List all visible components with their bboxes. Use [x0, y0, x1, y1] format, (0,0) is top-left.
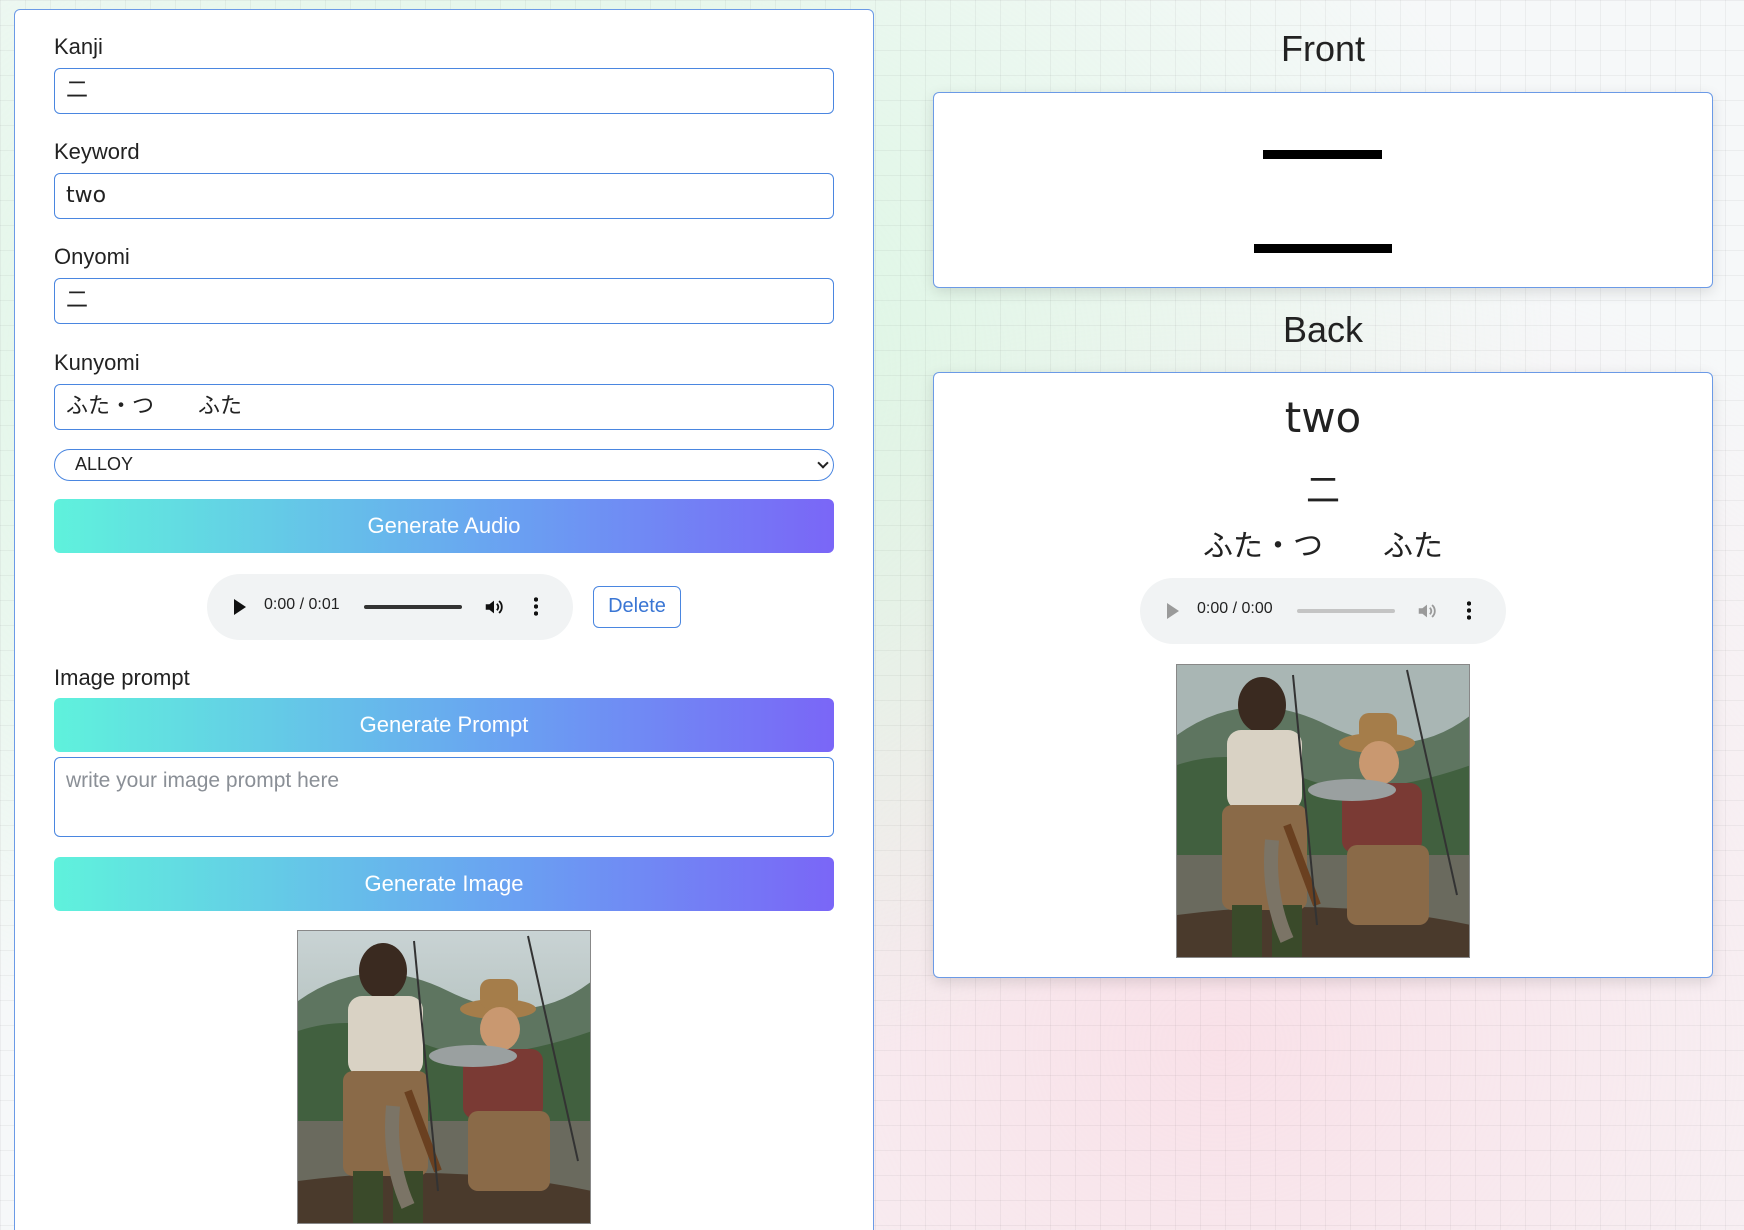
front-kanji: [934, 93, 1712, 289]
card-editor-panel: Kanji 二 Keyword two Onyomi 二 Kunyomi ふた・…: [14, 9, 874, 1230]
back-image: [1176, 664, 1470, 958]
chevron-down-icon: [817, 457, 829, 469]
play-icon[interactable]: [1167, 603, 1179, 619]
back-audio-player[interactable]: 0:00 / 0:00: [1140, 578, 1506, 644]
audio-progress-track[interactable]: [364, 605, 462, 609]
front-card: [933, 92, 1713, 288]
front-heading: Front: [1280, 28, 1366, 69]
delete-audio-button[interactable]: Delete: [593, 586, 681, 628]
audio-progress-track[interactable]: [1297, 609, 1395, 613]
more-options-icon[interactable]: [534, 596, 538, 616]
volume-icon[interactable]: [483, 596, 505, 618]
kunyomi-input[interactable]: ふた・つ ふた: [54, 384, 834, 430]
keyword-input[interactable]: two: [54, 173, 834, 219]
onyomi-input[interactable]: 二: [54, 278, 834, 324]
fishermen-illustration: [298, 931, 590, 1223]
image-prompt-textarea[interactable]: [54, 757, 834, 837]
back-keyword: two: [1284, 393, 1362, 442]
back-onyomi: 二: [1306, 471, 1340, 511]
back-heading: Back: [1282, 309, 1364, 350]
kanji-label: Kanji: [54, 34, 103, 59]
generated-image: [297, 930, 591, 1224]
kunyomi-label: Kunyomi: [54, 350, 140, 375]
onyomi-label: Onyomi: [54, 244, 130, 269]
audio-time: 0:00 / 0:01: [264, 596, 340, 613]
generate-audio-button[interactable]: Generate Audio: [54, 499, 834, 553]
keyword-label: Keyword: [54, 139, 140, 164]
back-card: two 二 ふた・つ ふた 0:00 / 0:00: [933, 372, 1713, 978]
play-icon[interactable]: [234, 599, 246, 615]
back-kunyomi: ふた・つ ふた: [1203, 529, 1443, 564]
kanji-input[interactable]: 二: [54, 68, 834, 114]
generate-image-button[interactable]: Generate Image: [54, 857, 834, 911]
voice-select-value: ALLOY: [75, 454, 134, 474]
back-audio-time: 0:00 / 0:00: [1197, 600, 1273, 617]
more-options-icon[interactable]: [1467, 600, 1471, 620]
kanji-stroke-bottom: [1254, 244, 1392, 253]
volume-icon[interactable]: [1416, 600, 1438, 622]
voice-select[interactable]: ALLOY: [54, 449, 834, 481]
kanji-stroke-top: [1263, 150, 1382, 159]
audio-player[interactable]: 0:00 / 0:01: [207, 574, 573, 640]
generate-prompt-button[interactable]: Generate Prompt: [54, 698, 834, 752]
fishermen-illustration: [1177, 665, 1469, 957]
image-prompt-label: Image prompt: [54, 665, 190, 690]
